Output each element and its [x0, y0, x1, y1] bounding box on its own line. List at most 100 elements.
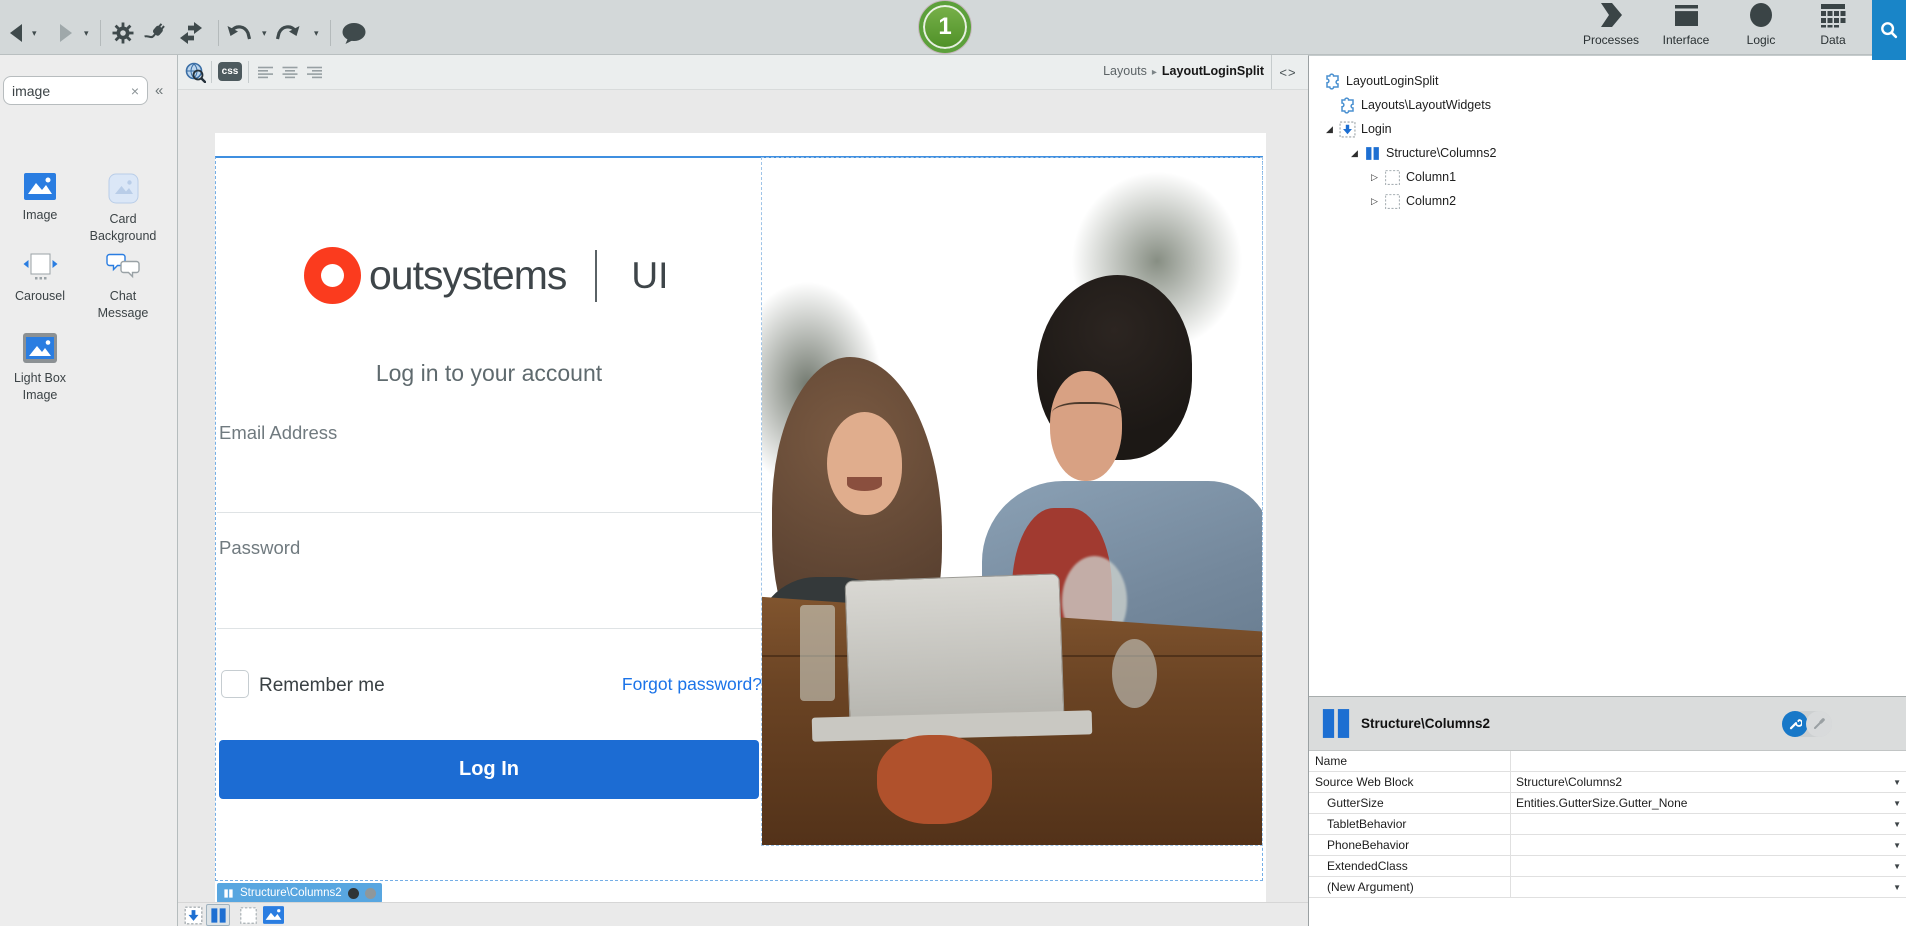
property-value[interactable]: ▼ — [1511, 814, 1906, 834]
tree-item[interactable]: Layouts\LayoutWidgets — [1309, 93, 1906, 117]
breadcrumb-current[interactable]: LayoutLoginSplit — [1162, 64, 1264, 78]
breadcrumb-parent[interactable]: Layouts — [1103, 64, 1147, 78]
tree-expander-icon[interactable]: ◢ — [1351, 148, 1364, 159]
align-left-icon[interactable] — [254, 60, 278, 84]
clear-search-icon[interactable]: × — [131, 83, 139, 99]
tree-expander-icon[interactable]: ▷ — [1371, 172, 1384, 183]
widget-item[interactable]: Image — [1, 167, 79, 247]
property-value[interactable]: Structure\Columns2▼ — [1511, 772, 1906, 792]
browser-preview-icon[interactable] — [183, 60, 207, 84]
property-value[interactable]: Entities.GutterSize.Gutter_None▼ — [1511, 793, 1906, 813]
tree-expander-icon[interactable]: ▷ — [1371, 196, 1384, 207]
chat-message-icon — [106, 253, 141, 281]
align-right-icon[interactable] — [302, 60, 326, 84]
tree-item[interactable]: ◢ Structure\Columns2 — [1309, 141, 1906, 165]
dropdown-caret-icon[interactable]: ▼ — [1893, 841, 1901, 850]
properties-mode-toggle[interactable] — [1782, 711, 1832, 737]
properties-panel: Structure\Columns2 Name ▼ Source Web Blo… — [1309, 696, 1906, 898]
property-value[interactable]: ▼ — [1511, 751, 1906, 771]
undo-icon[interactable] — [226, 20, 252, 46]
selected-columns2-block[interactable]: outsystems UI Log in to your account Ema… — [215, 156, 1263, 881]
code-view-toggle[interactable]: <> — [1271, 55, 1304, 89]
forward-dropdown-icon[interactable]: ▾ — [84, 28, 89, 39]
path-placeholder-icon[interactable] — [181, 904, 205, 926]
collapse-sidebar-icon[interactable]: « — [155, 82, 163, 99]
publish-icon[interactable] — [178, 20, 204, 46]
widget-item[interactable]: Card Background — [79, 167, 167, 247]
property-value[interactable]: ▼ — [1511, 856, 1906, 876]
path-columns-icon[interactable] — [206, 904, 230, 926]
top-nav-item[interactable]: Interface — [1651, 2, 1721, 47]
property-row[interactable]: GutterSize Entities.GutterSize.Gutter_No… — [1309, 793, 1906, 814]
data-icon — [1798, 2, 1868, 30]
property-row[interactable]: TabletBehavior ▼ — [1309, 814, 1906, 835]
property-row[interactable]: Source Web Block Structure\Columns2▼ — [1309, 772, 1906, 793]
log-in-button[interactable]: Log In — [219, 740, 759, 799]
tree-item[interactable]: ▷ Column2 — [1309, 189, 1906, 213]
property-value[interactable]: ▼ — [1511, 877, 1906, 897]
password-field-label[interactable]: Password — [219, 537, 300, 559]
feedback-chat-icon[interactable] — [341, 20, 367, 46]
tree-item[interactable]: LayoutLoginSplit — [1309, 69, 1906, 93]
columns-icon — [223, 888, 234, 899]
login-photo[interactable] — [762, 158, 1262, 845]
toolbox-search-box[interactable]: × — [3, 76, 148, 105]
wrench-icon[interactable] — [1782, 711, 1808, 737]
undo-dropdown-icon[interactable]: ▾ — [262, 28, 267, 39]
debug-step-count: 1 — [938, 13, 951, 41]
placeholder-icon — [1339, 121, 1356, 138]
brush-icon[interactable] — [1806, 711, 1832, 737]
redo-icon[interactable] — [275, 20, 301, 46]
remember-me-label[interactable]: Remember me — [259, 675, 385, 697]
badge-gray-dot[interactable] — [365, 888, 376, 899]
dropdown-caret-icon[interactable]: ▼ — [1893, 862, 1901, 871]
dropdown-caret-icon[interactable]: ▼ — [1893, 799, 1901, 808]
property-row[interactable]: (New Argument) ▼ — [1309, 877, 1906, 898]
dropdown-caret-icon[interactable]: ▼ — [1893, 778, 1901, 787]
property-value[interactable]: ▼ — [1511, 835, 1906, 855]
widget-item[interactable]: Light Box Image — [1, 327, 79, 407]
settings-gear-icon[interactable] — [110, 20, 136, 46]
forward-icon[interactable] — [52, 20, 78, 46]
css-editor-icon[interactable]: css — [218, 62, 242, 81]
path-column-icon[interactable] — [236, 904, 260, 926]
properties-title: Structure\Columns2 — [1361, 716, 1490, 731]
selection-badge-label: Structure\Columns2 — [240, 887, 342, 899]
back-icon[interactable] — [4, 20, 30, 46]
top-nav-item[interactable]: Logic — [1726, 2, 1796, 47]
property-row[interactable]: PhoneBehavior ▼ — [1309, 835, 1906, 856]
properties-header: Structure\Columns2 — [1309, 696, 1906, 751]
properties-table: Name ▼ Source Web Block Structure\Column… — [1309, 751, 1906, 898]
selection-badge[interactable]: Structure\Columns2 — [217, 883, 382, 903]
tree-item[interactable]: ▷ Column1 — [1309, 165, 1906, 189]
tree-expander-icon[interactable]: ◢ — [1326, 124, 1339, 135]
column-icon — [1384, 193, 1401, 210]
email-field-label[interactable]: Email Address — [219, 422, 337, 444]
forgot-password-link[interactable]: Forgot password? — [522, 674, 762, 695]
debug-step-badge[interactable]: 1 — [919, 1, 971, 53]
property-label: Source Web Block — [1309, 772, 1511, 792]
remember-me-checkbox[interactable] — [221, 670, 249, 698]
back-dropdown-icon[interactable]: ▾ — [32, 28, 37, 39]
property-row[interactable]: ExtendedClass ▼ — [1309, 856, 1906, 877]
columns-icon — [1321, 707, 1351, 740]
property-label: GutterSize — [1309, 793, 1511, 813]
dropdown-caret-icon[interactable]: ▼ — [1893, 883, 1901, 892]
top-nav-item[interactable]: Processes — [1576, 2, 1646, 47]
interface-icon — [1651, 2, 1721, 30]
path-image-icon[interactable] — [261, 904, 285, 926]
global-search-button[interactable] — [1872, 0, 1906, 60]
toolbox-search-input[interactable] — [12, 83, 131, 99]
badge-dark-dot[interactable] — [348, 888, 359, 899]
plug-icon[interactable] — [143, 20, 169, 46]
interface-panel: LayoutLoginSplit Layouts\LayoutWidgets ◢… — [1308, 55, 1906, 926]
tree-item[interactable]: ◢ Login — [1309, 117, 1906, 141]
widget-item[interactable]: Chat Message — [79, 247, 167, 327]
man-glasses — [1052, 402, 1122, 429]
top-nav-item[interactable]: Data — [1798, 2, 1868, 47]
redo-dropdown-icon[interactable]: ▾ — [314, 28, 319, 39]
align-center-icon[interactable] — [278, 60, 302, 84]
property-row[interactable]: Name ▼ — [1309, 751, 1906, 772]
dropdown-caret-icon[interactable]: ▼ — [1893, 820, 1901, 829]
widget-item[interactable]: Carousel — [1, 247, 79, 327]
